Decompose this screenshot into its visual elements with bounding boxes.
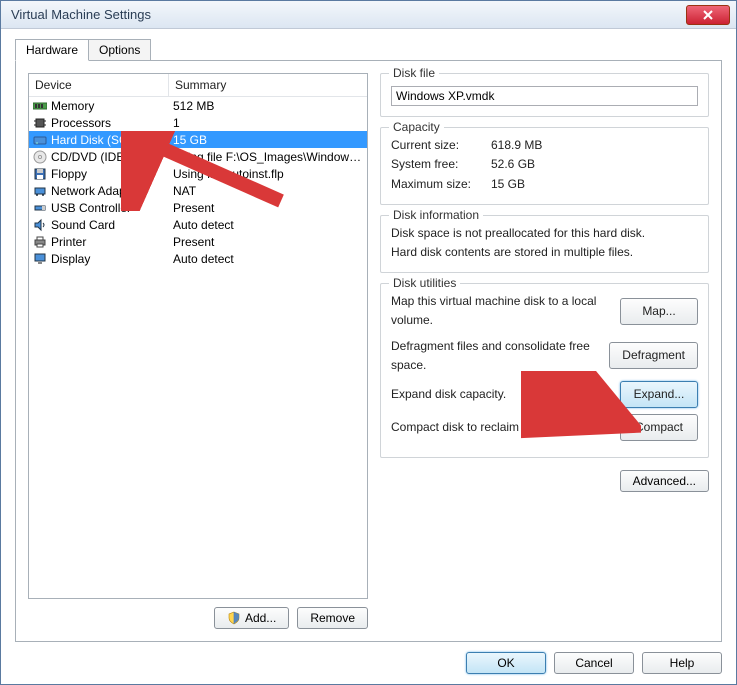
advanced-button[interactable]: Advanced... [620,470,709,492]
group-capacity: Capacity Current size:618.9 MB System fr… [380,127,709,205]
tabs: Hardware Options [15,39,722,61]
device-name: Floppy [51,167,87,181]
floppy-icon [33,167,47,181]
tabpanel: Device Summary Memory512 MBProcessors1Ha… [15,60,722,642]
memory-icon [33,99,47,113]
device-name: Hard Disk (SCSI) [51,133,143,147]
header-summary[interactable]: Summary [169,74,367,96]
device-summary: NAT [169,183,367,199]
maximum-size-value: 15 GB [491,175,525,194]
device-row[interactable]: Sound Card Auto detect [29,216,367,233]
compact-button[interactable]: Compact [620,414,698,441]
maximum-size-label: Maximum size: [391,175,491,194]
device-list-header: Device Summary [29,74,367,97]
group-utilities: Disk utilities Map this virtual machine … [380,283,709,458]
add-button[interactable]: Add... [214,607,289,629]
cancel-button[interactable]: Cancel [554,652,634,674]
diskinfo-line1: Disk space is not preallocated for this … [391,224,698,243]
device-row[interactable]: Network Adapter NAT [29,182,367,199]
titlebar[interactable]: Virtual Machine Settings [1,1,736,29]
expand-desc: Expand disk capacity. [391,385,612,404]
shield-icon [227,611,241,625]
device-summary: 15 GB [169,132,367,148]
remove-button[interactable]: Remove [297,607,368,629]
compact-desc: Compact disk to reclaim unused space. [391,418,612,437]
defragment-button[interactable]: Defragment [609,342,698,369]
help-button[interactable]: Help [642,652,722,674]
close-button[interactable] [686,5,730,25]
display-icon [33,252,47,266]
device-name: USB Controller [51,201,131,215]
tab-hardware[interactable]: Hardware [15,39,89,61]
group-diskfile: Disk file [380,73,709,117]
utilities-title: Disk utilities [389,276,460,290]
device-name: Network Adapter [51,184,140,198]
sound-icon [33,218,47,232]
capacity-title: Capacity [389,120,444,134]
device-name: Sound Card [51,218,115,232]
device-name: Display [51,252,90,266]
settings-window: Virtual Machine Settings Hardware Option… [0,0,737,685]
header-device[interactable]: Device [29,74,169,96]
device-summary: Present [169,200,367,216]
group-diskinfo: Disk information Disk space is not preal… [380,215,709,273]
device-summary: Present [169,234,367,250]
disk-icon [33,133,47,147]
expand-button[interactable]: Expand... [620,381,698,408]
device-buttons: Add... Remove [28,607,368,629]
current-size-label: Current size: [391,136,491,155]
left-pane: Device Summary Memory512 MBProcessors1Ha… [28,73,368,629]
device-row[interactable]: Printer Present [29,233,367,250]
cpu-icon [33,116,47,130]
device-row[interactable]: CD/DVD (IDE) Using file F:\OS_Images\Wind… [29,148,367,165]
system-free-value: 52.6 GB [491,155,535,174]
current-size-value: 618.9 MB [491,136,542,155]
content: Hardware Options Device Summary Memory 51… [1,29,736,684]
device-row[interactable]: USB Controller Present [29,199,367,216]
device-name: Memory [51,99,94,113]
device-summary: Auto detect [169,251,367,267]
ok-button[interactable]: OK [466,652,546,674]
device-name: Processors [51,116,111,130]
usb-icon [33,201,47,215]
system-free-label: System free: [391,155,491,174]
defrag-desc: Defragment files and consolidate free sp… [391,337,601,375]
map-desc: Map this virtual machine disk to a local… [391,292,612,330]
device-summary: Auto detect [169,217,367,233]
close-icon [703,10,713,20]
device-row[interactable]: Hard Disk (SCSI) 15 GB [29,131,367,148]
diskfile-input[interactable] [391,86,698,106]
right-pane: Disk file Capacity Current size:618.9 MB… [380,73,709,629]
advanced-row: Advanced... [380,470,709,492]
device-list[interactable]: Device Summary Memory512 MBProcessors1Ha… [28,73,368,599]
diskinfo-line2: Hard disk contents are stored in multipl… [391,243,698,262]
net-icon [33,184,47,198]
tab-options[interactable]: Options [88,39,151,61]
footer: OK Cancel Help [15,642,722,674]
device-name: CD/DVD (IDE) [51,150,128,164]
device-row[interactable]: Display Auto detect [29,250,367,267]
device-summary: 1 [169,115,367,131]
diskfile-title: Disk file [389,66,439,80]
device-row[interactable]: Processors 1 [29,114,367,131]
map-button[interactable]: Map... [620,298,698,325]
device-summary: Using file F:\OS_Images\Windows... [169,149,367,165]
device-summary: 512 MB [169,98,367,114]
cd-icon [33,150,47,164]
window-title: Virtual Machine Settings [7,7,686,22]
diskinfo-title: Disk information [389,208,483,222]
device-row[interactable]: Memory 512 MB [29,97,367,114]
add-button-label: Add... [245,611,276,625]
device-row[interactable]: Floppy Using file autoinst.flp [29,165,367,182]
printer-icon [33,235,47,249]
device-summary: Using file autoinst.flp [169,166,367,182]
device-name: Printer [51,235,86,249]
